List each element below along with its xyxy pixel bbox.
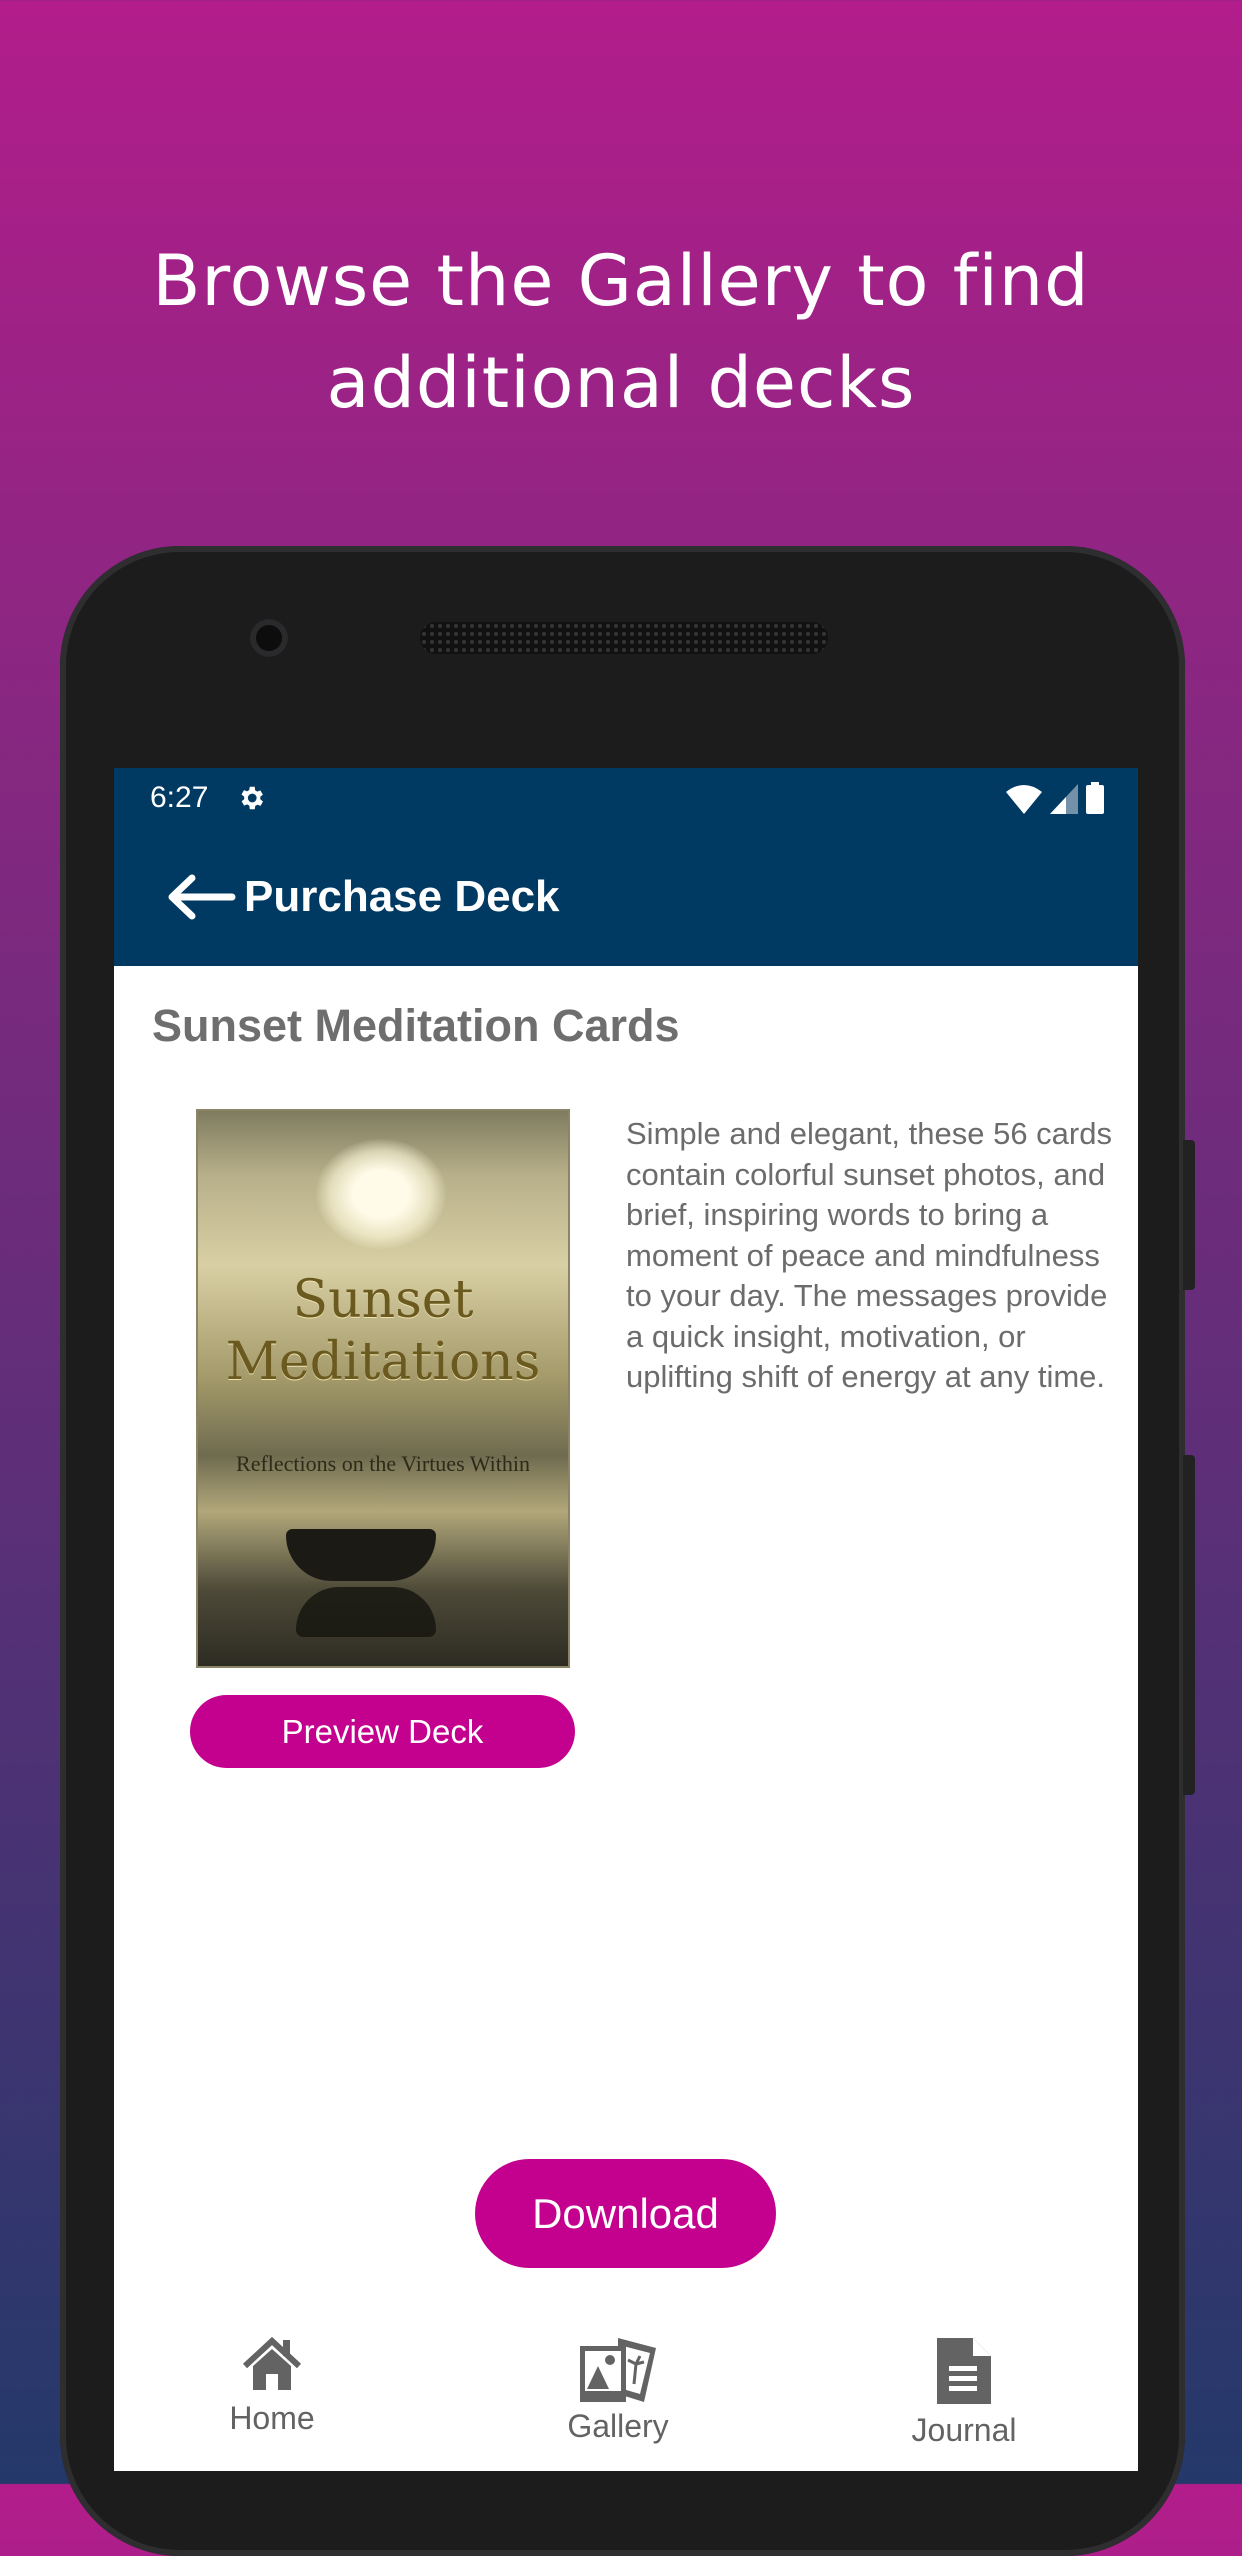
cover-sun [316,1139,446,1249]
nav-label-journal: Journal [911,2412,1017,2448]
deck-cover-image: Sunset Meditations Reflections on the Vi… [196,1109,570,1668]
nav-item-journal[interactable]: Journal [844,2336,1084,2449]
bottom-nav: Home Gallery Journal [114,2336,1138,2471]
cover-boat-reflection [296,1587,436,1637]
download-button[interactable]: Download [475,2159,776,2268]
home-icon [242,2336,302,2390]
promo-line-1: Browse the Gallery to find [152,240,1090,322]
nav-item-home[interactable]: Home [152,2336,392,2437]
gallery-icon [580,2338,656,2402]
status-time: 6:27 [150,781,209,814]
front-camera [250,619,288,657]
speaker-grille [420,622,828,654]
page-title: Purchase Deck [244,872,560,921]
promo-heading: Browse the Gallery to find additional de… [0,230,1242,434]
volume-button [1183,1140,1195,1290]
app-bar: Purchase Deck [114,828,1138,966]
cover-boat [286,1529,436,1581]
wifi-icon [1006,785,1042,814]
nav-label-home: Home [229,2400,315,2436]
app-screen: 6:27 Purchase Deck Sunset Meditation Car… [114,768,1138,2471]
signal-icon [1050,784,1078,814]
document-icon [937,2338,991,2404]
deck-title: Sunset Meditation Cards [152,1000,680,1051]
nav-label-gallery: Gallery [567,2408,669,2444]
gear-icon [241,786,264,810]
cover-title-line-2: Meditations [225,1332,541,1392]
status-bar: 6:27 [114,768,1138,828]
cover-title-line-1: Sunset [292,1270,474,1330]
battery-icon [1086,782,1104,814]
preview-deck-button[interactable]: Preview Deck [190,1695,575,1768]
cover-subtitle: Reflections on the Virtues Within [236,1451,530,1476]
arrow-left-icon[interactable] [166,874,236,920]
nav-item-gallery[interactable]: Gallery [498,2336,738,2445]
deck-description: Simple and elegant, these 56 cards conta… [626,1116,1112,1394]
promo-line-2: additional decks [326,342,916,424]
power-button [1183,1455,1195,1795]
cover-title: Sunset Meditations [196,1269,570,1393]
